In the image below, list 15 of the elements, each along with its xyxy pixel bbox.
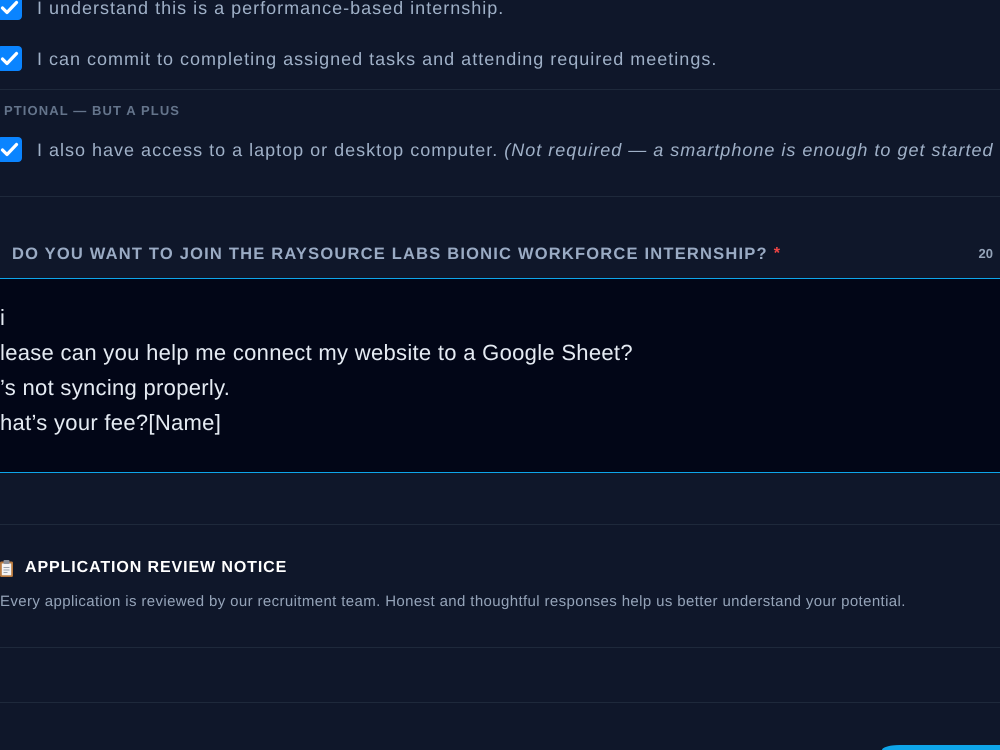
word-counter: 20 bbox=[978, 245, 993, 263]
question-label: DO YOU WANT TO JOIN THE RAYSOURCE LABS BIONIC WORKFORCE INTERNSHIP? bbox=[11, 244, 768, 264]
section-heading: PTIONAL — BUT A PLUS bbox=[3, 103, 180, 119]
checkbox[interactable] bbox=[0, 46, 22, 71]
checkbox-label: I also have access to a laptop or desktop computer. (Not required — a smartphone is enough to get started bbox=[37, 138, 994, 160]
clipboard-icon bbox=[0, 560, 13, 576]
checkbox[interactable] bbox=[0, 137, 22, 162]
answer-field[interactable]: i lease can you help me connect my website to a Google Sheet? ’s not syncing properly. hat’s your fee?[Name] bbox=[0, 278, 1000, 473]
notice-text: Every application is reviewed by our recruitment team. Honest and thoughtful responses help us better understand your potential. bbox=[0, 592, 907, 612]
notice-title: APPLICATION REVIEW NOTICE bbox=[25, 558, 288, 578]
required-asterisk: * bbox=[774, 244, 780, 264]
checkbox-label: I understand this is a performance-based internship. bbox=[37, 0, 504, 18]
action-button[interactable] bbox=[882, 745, 1000, 750]
checkbox-label: I can commit to completing assigned tasks and attending required meetings. bbox=[37, 48, 718, 70]
checkbox[interactable] bbox=[0, 0, 22, 20]
